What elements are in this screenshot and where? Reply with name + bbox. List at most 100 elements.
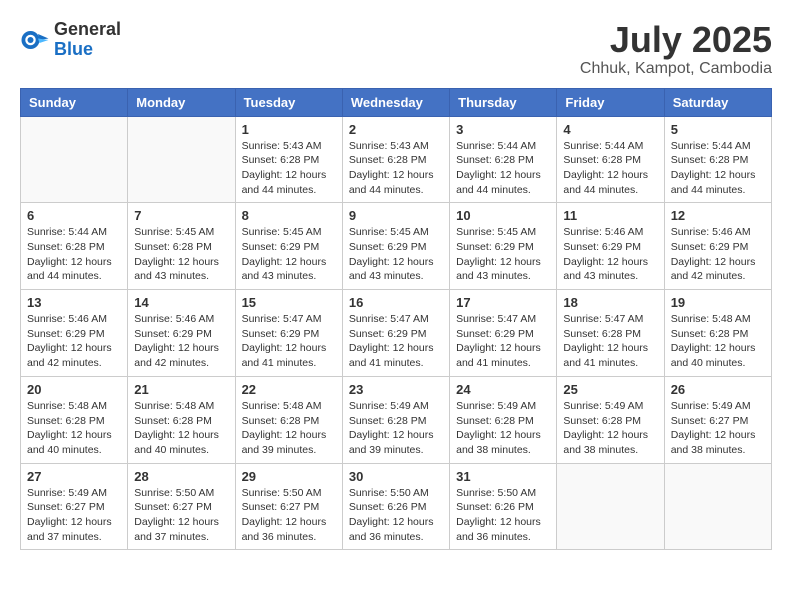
- calendar-day-cell: 11 Sunrise: 5:46 AMSunset: 6:29 PMDayligh…: [557, 203, 664, 290]
- calendar-day-cell: 27Sunrise: 5:49 AMSunset: 6:27 PMDayligh…: [21, 463, 128, 550]
- day-info: Sunrise: 5:45 AMSunset: 6:29 PMDaylight:…: [349, 225, 443, 284]
- day-number: 16: [349, 295, 443, 310]
- location-subtitle: Chhuk, Kampot, Cambodia: [580, 60, 772, 78]
- day-info: Sunrise: 5:48 AMSunset: 6:28 PMDaylight:…: [242, 399, 336, 458]
- day-info: Sunrise: 5:49 AMSunset: 6:28 PMDaylight:…: [349, 399, 443, 458]
- day-info: Sunrise: 5:48 AMSunset: 6:28 PMDaylight:…: [134, 399, 228, 458]
- calendar-day-cell: 21 Sunrise: 5:48 AMSunset: 6:28 PMDayligh…: [128, 376, 235, 463]
- day-info: Sunrise: 5:50 AMSunset: 6:27 PMDaylight:…: [242, 486, 336, 545]
- day-number: 27: [27, 469, 121, 484]
- day-info: Sunrise: 5:44 AMSunset: 6:28 PMDaylight:…: [456, 139, 550, 198]
- calendar-week-row: 27Sunrise: 5:49 AMSunset: 6:27 PMDayligh…: [21, 463, 772, 550]
- day-info: Sunrise: 5:43 AMSunset: 6:28 PMDaylight:…: [242, 139, 336, 198]
- day-number: 18: [563, 295, 657, 310]
- month-year-title: July 2025: [580, 20, 772, 60]
- weekday-header: Tuesday: [235, 88, 342, 116]
- calendar-day-cell: 30 Sunrise: 5:50 AMSunset: 6:26 PMDayligh…: [342, 463, 449, 550]
- day-number: 11: [563, 208, 657, 223]
- day-info: Sunrise: 5:50 AMSunset: 6:27 PMDaylight:…: [134, 486, 228, 545]
- day-info: Sunrise: 5:45 AMSunset: 6:29 PMDaylight:…: [242, 225, 336, 284]
- day-number: 10: [456, 208, 550, 223]
- calendar-day-cell: 23 Sunrise: 5:49 AMSunset: 6:28 PMDayligh…: [342, 376, 449, 463]
- weekday-header-row: SundayMondayTuesdayWednesdayThursdayFrid…: [21, 88, 772, 116]
- day-number: 5: [671, 122, 765, 137]
- day-number: 4: [563, 122, 657, 137]
- day-info: Sunrise: 5:46 AMSunset: 6:29 PMDaylight:…: [134, 312, 228, 371]
- day-number: 31: [456, 469, 550, 484]
- calendar-day-cell: [128, 116, 235, 203]
- calendar-day-cell: 9 Sunrise: 5:45 AMSunset: 6:29 PMDaylight…: [342, 203, 449, 290]
- day-number: 21: [134, 382, 228, 397]
- calendar-day-cell: 28Sunrise: 5:50 AMSunset: 6:27 PMDayligh…: [128, 463, 235, 550]
- day-info: Sunrise: 5:47 AMSunset: 6:29 PMDaylight:…: [456, 312, 550, 371]
- day-number: 22: [242, 382, 336, 397]
- day-number: 2: [349, 122, 443, 137]
- day-info: Sunrise: 5:43 AMSunset: 6:28 PMDaylight:…: [349, 139, 443, 198]
- logo-text: General Blue: [54, 20, 121, 60]
- day-number: 15: [242, 295, 336, 310]
- weekday-header: Friday: [557, 88, 664, 116]
- day-number: 14: [134, 295, 228, 310]
- day-info: Sunrise: 5:45 AMSunset: 6:29 PMDaylight:…: [456, 225, 550, 284]
- calendar-week-row: 6 Sunrise: 5:44 AMSunset: 6:28 PMDaylight…: [21, 203, 772, 290]
- day-info: Sunrise: 5:44 AMSunset: 6:28 PMDaylight:…: [563, 139, 657, 198]
- day-number: 1: [242, 122, 336, 137]
- day-info: Sunrise: 5:48 AMSunset: 6:28 PMDaylight:…: [671, 312, 765, 371]
- day-info: Sunrise: 5:48 AMSunset: 6:28 PMDaylight:…: [27, 399, 121, 458]
- day-number: 29: [242, 469, 336, 484]
- calendar-day-cell: 12 Sunrise: 5:46 AMSunset: 6:29 PMDayligh…: [664, 203, 771, 290]
- calendar-day-cell: 22 Sunrise: 5:48 AMSunset: 6:28 PMDayligh…: [235, 376, 342, 463]
- calendar-day-cell: 10 Sunrise: 5:45 AMSunset: 6:29 PMDayligh…: [450, 203, 557, 290]
- day-number: 26: [671, 382, 765, 397]
- day-number: 3: [456, 122, 550, 137]
- day-info: Sunrise: 5:50 AMSunset: 6:26 PMDaylight:…: [456, 486, 550, 545]
- day-number: 8: [242, 208, 336, 223]
- calendar-day-cell: [21, 116, 128, 203]
- day-info: Sunrise: 5:45 AMSunset: 6:28 PMDaylight:…: [134, 225, 228, 284]
- calendar-day-cell: 18 Sunrise: 5:47 AMSunset: 6:28 PMDayligh…: [557, 290, 664, 377]
- day-info: Sunrise: 5:49 AMSunset: 6:27 PMDaylight:…: [671, 399, 765, 458]
- logo-general: General: [54, 20, 121, 40]
- calendar-day-cell: 6 Sunrise: 5:44 AMSunset: 6:28 PMDaylight…: [21, 203, 128, 290]
- day-number: 19: [671, 295, 765, 310]
- day-number: 25: [563, 382, 657, 397]
- day-number: 12: [671, 208, 765, 223]
- calendar-week-row: 1 Sunrise: 5:43 AMSunset: 6:28 PMDaylight…: [21, 116, 772, 203]
- calendar-day-cell: 31 Sunrise: 5:50 AMSunset: 6:26 PMDayligh…: [450, 463, 557, 550]
- day-info: Sunrise: 5:46 AMSunset: 6:29 PMDaylight:…: [671, 225, 765, 284]
- title-section: July 2025 Chhuk, Kampot, Cambodia: [580, 20, 772, 78]
- day-number: 24: [456, 382, 550, 397]
- calendar-day-cell: 25Sunrise: 5:49 AMSunset: 6:28 PMDayligh…: [557, 376, 664, 463]
- day-info: Sunrise: 5:46 AMSunset: 6:29 PMDaylight:…: [563, 225, 657, 284]
- calendar-day-cell: 26 Sunrise: 5:49 AMSunset: 6:27 PMDayligh…: [664, 376, 771, 463]
- calendar-day-cell: 13Sunrise: 5:46 AMSunset: 6:29 PMDayligh…: [21, 290, 128, 377]
- logo: General Blue: [20, 20, 121, 60]
- calendar-week-row: 13Sunrise: 5:46 AMSunset: 6:29 PMDayligh…: [21, 290, 772, 377]
- weekday-header: Sunday: [21, 88, 128, 116]
- calendar-day-cell: 14 Sunrise: 5:46 AMSunset: 6:29 PMDayligh…: [128, 290, 235, 377]
- calendar-day-cell: 4 Sunrise: 5:44 AMSunset: 6:28 PMDaylight…: [557, 116, 664, 203]
- weekday-header: Wednesday: [342, 88, 449, 116]
- weekday-header: Monday: [128, 88, 235, 116]
- day-info: Sunrise: 5:44 AMSunset: 6:28 PMDaylight:…: [27, 225, 121, 284]
- day-number: 6: [27, 208, 121, 223]
- calendar-day-cell: 24Sunrise: 5:49 AMSunset: 6:28 PMDayligh…: [450, 376, 557, 463]
- calendar-day-cell: [557, 463, 664, 550]
- calendar-table: SundayMondayTuesdayWednesdayThursdayFrid…: [20, 88, 772, 551]
- weekday-header: Saturday: [664, 88, 771, 116]
- calendar-day-cell: 15 Sunrise: 5:47 AMSunset: 6:29 PMDayligh…: [235, 290, 342, 377]
- day-number: 9: [349, 208, 443, 223]
- day-info: Sunrise: 5:47 AMSunset: 6:28 PMDaylight:…: [563, 312, 657, 371]
- calendar-day-cell: 16 Sunrise: 5:47 AMSunset: 6:29 PMDayligh…: [342, 290, 449, 377]
- weekday-header: Thursday: [450, 88, 557, 116]
- calendar-week-row: 20Sunrise: 5:48 AMSunset: 6:28 PMDayligh…: [21, 376, 772, 463]
- logo-icon: [20, 25, 50, 55]
- calendar-day-cell: 8 Sunrise: 5:45 AMSunset: 6:29 PMDaylight…: [235, 203, 342, 290]
- day-info: Sunrise: 5:47 AMSunset: 6:29 PMDaylight:…: [242, 312, 336, 371]
- day-number: 30: [349, 469, 443, 484]
- day-number: 17: [456, 295, 550, 310]
- day-info: Sunrise: 5:50 AMSunset: 6:26 PMDaylight:…: [349, 486, 443, 545]
- day-info: Sunrise: 5:47 AMSunset: 6:29 PMDaylight:…: [349, 312, 443, 371]
- calendar-day-cell: 3 Sunrise: 5:44 AMSunset: 6:28 PMDaylight…: [450, 116, 557, 203]
- day-number: 23: [349, 382, 443, 397]
